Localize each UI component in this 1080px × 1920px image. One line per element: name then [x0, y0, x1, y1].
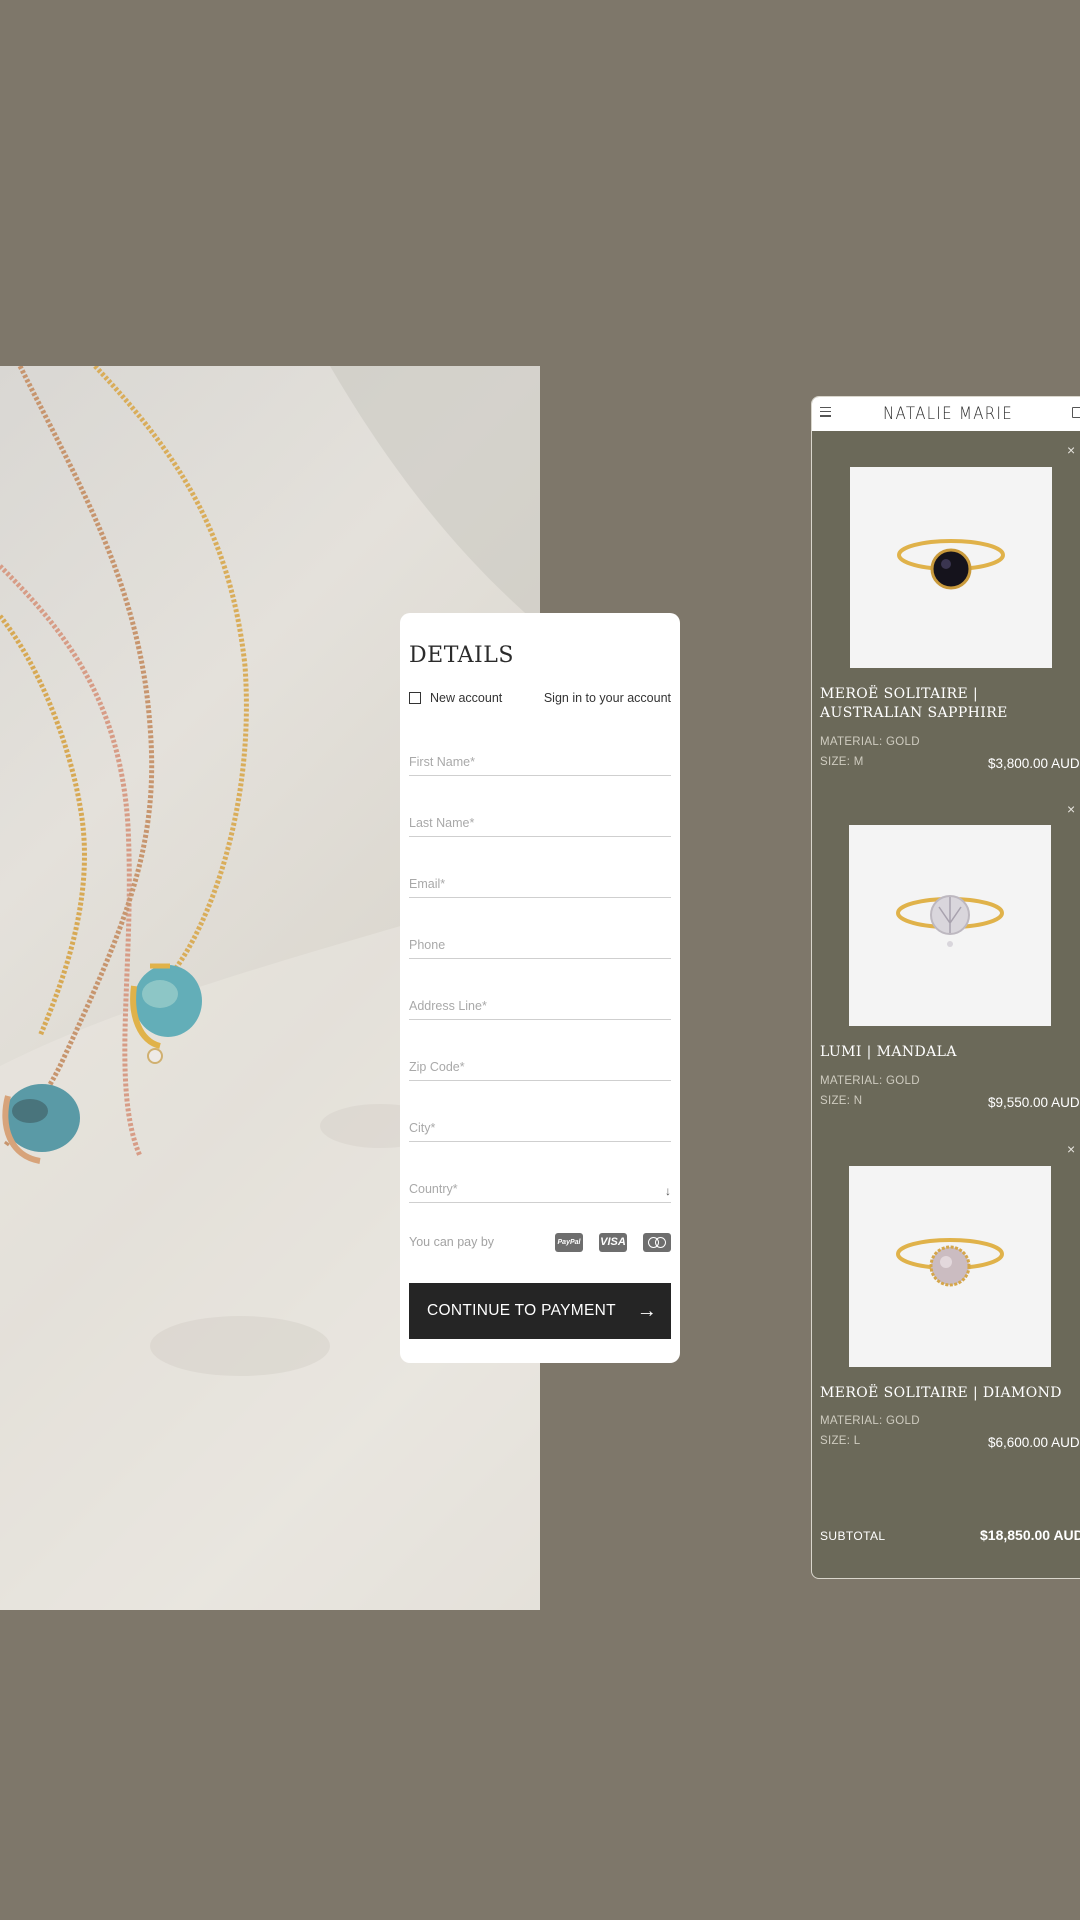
payment-methods-row: You can pay by PayPal VISA	[409, 1231, 671, 1253]
address-input[interactable]	[409, 999, 671, 1013]
zip-input[interactable]	[409, 1060, 671, 1074]
diamond-ring-illustration	[896, 895, 1004, 947]
diamond-halo-ring-illustration	[896, 1238, 1004, 1287]
product-image[interactable]	[849, 1166, 1051, 1367]
new-account-option[interactable]: New account	[409, 691, 502, 705]
form-title: DETAILS	[409, 643, 514, 668]
continue-to-payment-label: CONTINUE TO PAYMENT	[427, 1302, 616, 1319]
first-name-field	[409, 735, 671, 776]
product-size: SIZE: M	[820, 756, 864, 768]
remove-item-icon[interactable]: ×	[1067, 802, 1075, 816]
email-input[interactable]	[409, 877, 671, 891]
phone-input[interactable]	[409, 938, 671, 952]
arrow-down-icon: ↓	[665, 1184, 671, 1198]
mastercard-icon	[643, 1232, 671, 1252]
first-name-input[interactable]	[409, 755, 671, 769]
arrow-right-icon: →	[636, 1299, 657, 1322]
city-input[interactable]	[409, 1121, 671, 1135]
details-form: DETAILS New account Sign in to your acco…	[400, 613, 680, 1363]
remove-item-icon[interactable]: ×	[1067, 1142, 1075, 1156]
phone-field	[409, 918, 671, 959]
product-size: SIZE: L	[820, 1435, 861, 1447]
email-field	[409, 857, 671, 898]
product-material: MATERIAL: GOLD	[820, 736, 920, 748]
product-material: MATERIAL: GOLD	[820, 1415, 920, 1427]
cart-panel: NATALIE MARIE × MEROË SOLITAIRE | AUSTRA…	[811, 396, 1080, 1579]
subtotal-value: $18,850.00 AUD	[980, 1527, 1080, 1543]
product-name[interactable]: MEROË SOLITAIRE | DIAMOND	[820, 1384, 1065, 1403]
payment-icons: PayPal VISA	[555, 1232, 671, 1252]
sapphire-ring-illustration	[897, 539, 1005, 590]
product-size: SIZE: N	[820, 1095, 863, 1107]
cart-header: NATALIE MARIE	[812, 397, 1080, 431]
pay-by-label: You can pay by	[409, 1235, 495, 1249]
sign-in-link[interactable]: Sign in to your account	[544, 691, 671, 705]
last-name-field	[409, 796, 671, 837]
country-select[interactable]: ↓	[409, 1162, 671, 1203]
product-image[interactable]	[849, 825, 1051, 1026]
subtotal-label: SUBTOTAL	[820, 1529, 886, 1543]
new-account-label: New account	[430, 691, 503, 705]
product-price: $9,550.00 AUD	[988, 1095, 1080, 1110]
paypal-icon: PayPal	[555, 1232, 583, 1252]
product-name[interactable]: LUMI | MANDALA	[820, 1043, 1065, 1062]
visa-icon: VISA	[599, 1232, 627, 1252]
product-image[interactable]	[850, 467, 1052, 668]
city-field	[409, 1101, 671, 1142]
new-account-checkbox[interactable]	[409, 692, 421, 704]
product-name[interactable]: MEROË SOLITAIRE | AUSTRALIAN SAPPHIRE	[820, 685, 1065, 723]
brand-logo[interactable]: NATALIE MARIE	[828, 404, 1067, 424]
address-field	[409, 979, 671, 1020]
zip-field	[409, 1040, 671, 1081]
product-price: $6,600.00 AUD	[988, 1435, 1080, 1450]
remove-item-icon[interactable]: ×	[1067, 443, 1075, 457]
continue-to-payment-button[interactable]: CONTINUE TO PAYMENT →	[409, 1283, 671, 1339]
product-price: $3,800.00 AUD	[988, 756, 1080, 771]
product-material: MATERIAL: GOLD	[820, 1075, 920, 1087]
last-name-input[interactable]	[409, 816, 671, 830]
account-row: New account Sign in to your account	[409, 689, 671, 707]
shopping-bag-icon[interactable]	[1072, 407, 1080, 418]
country-input[interactable]	[409, 1182, 671, 1196]
